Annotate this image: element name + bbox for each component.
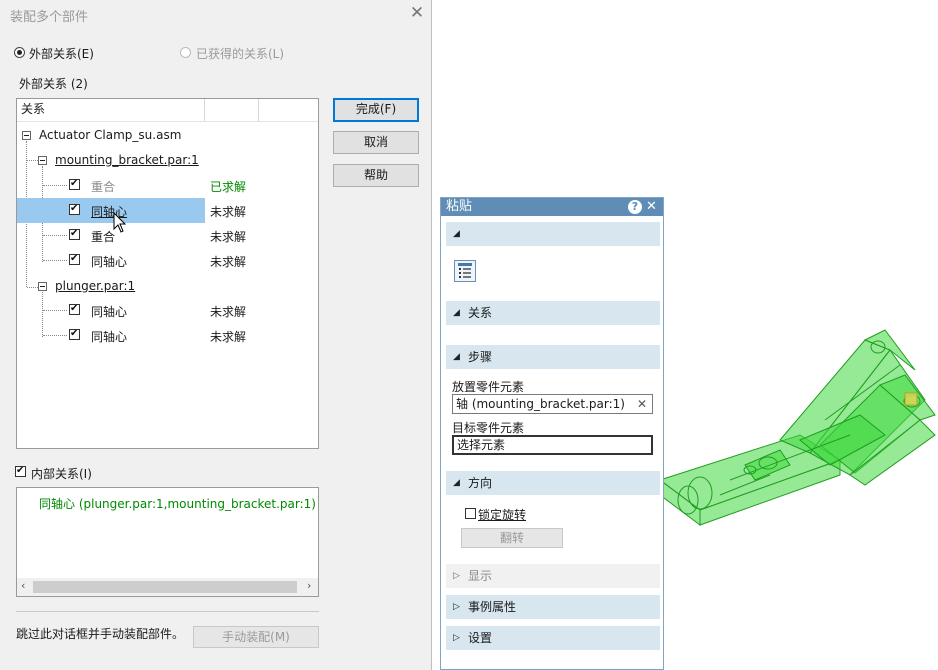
lock-rotation-label[interactable]: 锁定旋转 [478,506,526,523]
expand-triangle-icon: ▷ [453,633,460,643]
tree-line [42,292,43,337]
tree-line [43,185,67,186]
relation-status: 未求解 [210,330,247,344]
scrollbar-thumb[interactable] [33,581,297,593]
close-icon[interactable]: ✕ [646,198,657,216]
header-divider [17,121,318,122]
collapse-root-icon[interactable] [22,131,31,140]
tree-part-plunger[interactable]: plunger.par:1 [55,279,135,293]
clear-icon[interactable]: ✕ [637,395,647,413]
help-button[interactable]: 帮助 [333,164,419,187]
relation-type[interactable]: 同轴心 [91,303,127,320]
column-header-relation[interactable]: 关系 [17,99,205,121]
target-element-field[interactable]: 选择元素 [452,435,653,455]
section-relation[interactable]: ◢ 关系 [446,301,660,325]
relation-checkbox[interactable] [69,327,80,341]
manual-assembly-button[interactable]: 手动装配(M) [193,626,319,648]
collapse-triangle-icon: ◢ [453,229,460,239]
radio-external-label[interactable]: 外部关系(E) [29,45,94,62]
collapse-triangle-icon: ◢ [453,308,460,318]
section-steps[interactable]: ◢ 步骤 [446,345,660,369]
finish-button[interactable]: 完成(F) [333,98,419,122]
tree-line [27,287,38,288]
close-icon[interactable]: ✕ [407,3,427,23]
mouse-cursor-icon [113,212,127,233]
section-settings[interactable]: ▷ 设置 [446,626,660,650]
section-label: 显示 [468,569,493,583]
assembly-3d-model[interactable] [650,325,938,555]
panel-titlebar: 粘贴 ? ✕ [441,198,663,216]
section-header[interactable]: ◢ [446,222,660,246]
radio-obtained-relations [180,47,191,58]
relation-status: 未求解 [210,255,247,269]
relation-type[interactable]: 重合 [91,178,115,195]
relation-type[interactable]: 重合 [91,228,115,245]
relation-status: 已求解 [210,180,247,194]
section-label: 设置 [468,631,493,645]
target-element-value: 选择元素 [457,438,506,452]
internal-relations-list[interactable]: 同轴心 (plunger.par:1,mounting_bracket.par:… [16,487,319,597]
paste-panel: 粘贴 ? ✕ ◢ ◢ 关系 ◢ 步骤 放置零件元素 轴 (mounting_br… [440,197,664,670]
relation-checkbox[interactable] [69,177,80,191]
relation-checkbox[interactable] [69,227,80,241]
tree-root-assembly[interactable]: Actuator Clamp_su.asm [39,128,181,142]
divider [16,611,319,612]
skip-dialog-text: 跳过此对话框并手动装配部件。 [16,627,185,641]
relation-checkbox[interactable] [69,302,80,316]
relation-status: 未求解 [210,305,247,319]
tree-part-mounting-bracket[interactable]: mounting_bracket.par:1 [55,153,199,167]
help-icon[interactable]: ? [628,200,642,214]
tree-line [43,335,67,336]
section-label: 方向 [468,476,493,490]
internal-relation-item[interactable]: 同轴心 (plunger.par:1,mounting_bracket.par:… [39,495,316,512]
internal-relations-label[interactable]: 内部关系(I) [31,465,92,482]
column-header-status[interactable] [205,99,259,121]
section-display[interactable]: ▷ 显示 [446,564,660,588]
horizontal-scrollbar[interactable]: ‹ › [17,578,318,596]
cancel-button[interactable]: 取消 [333,131,419,154]
section-instance-properties[interactable]: ▷ 事例属性 [446,595,660,619]
collapse-part-icon[interactable] [38,156,47,165]
relation-status: 未求解 [210,230,247,244]
place-element-value: 轴 (mounting_bracket.par:1) [456,397,625,411]
lock-rotation-checkbox[interactable] [465,508,476,519]
properties-list-icon[interactable] [454,260,476,282]
relation-checkbox[interactable] [69,202,80,216]
target-element-label: 目标零件元素 [452,421,525,435]
column-header-extra[interactable] [259,99,318,121]
section-label: 关系 [468,306,493,320]
scroll-right-icon[interactable]: › [307,579,311,592]
collapse-triangle-icon: ◢ [453,352,460,362]
column-header-label: 关系 [21,102,46,116]
dialog-title: 装配多个部件 [10,10,89,25]
assemble-multiple-parts-dialog: 装配多个部件 ✕ 外部关系(E) 已获得的关系(L) 外部关系 (2) 关系 A… [0,0,432,670]
internal-relations-checkbox[interactable] [15,464,26,478]
tree-line [43,235,67,236]
expand-triangle-icon: ▷ [453,571,460,581]
relation-type[interactable]: 同轴心 [91,328,127,345]
scroll-left-icon[interactable]: ‹ [21,579,25,592]
flip-button[interactable]: 翻转 [461,528,563,548]
relations-tree[interactable]: 关系 Actuator Clamp_su.asm mounting_bracke… [16,98,319,449]
relation-checkbox[interactable] [69,252,80,266]
radio-obtained-label: 已获得的关系(L) [196,47,285,61]
expand-triangle-icon: ▷ [453,602,460,612]
external-relations-group-label: 外部关系 (2) [19,77,88,91]
section-label: 步骤 [468,350,493,364]
tree-line [43,260,67,261]
place-element-field[interactable]: 轴 (mounting_bracket.par:1) ✕ [452,394,653,414]
section-direction[interactable]: ◢ 方向 [446,471,660,495]
collapse-triangle-icon: ◢ [453,478,460,488]
tree-line [27,160,38,161]
tree-line [43,310,67,311]
relation-type[interactable]: 同轴心 [91,253,127,270]
panel-title: 粘贴 [446,199,473,214]
radio-external-relations[interactable] [14,47,25,58]
place-element-label: 放置零件元素 [452,380,525,394]
section-label: 事例属性 [468,600,517,614]
collapse-part-icon[interactable] [38,282,47,291]
relation-status: 未求解 [210,205,247,219]
